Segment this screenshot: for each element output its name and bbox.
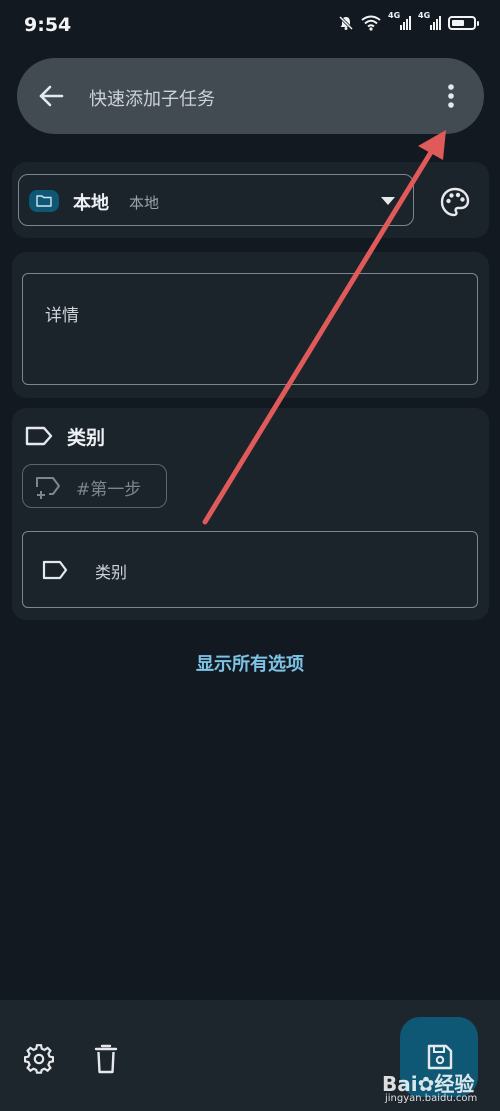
categories-header: 类别 — [67, 427, 106, 449]
wifi-icon — [361, 15, 381, 31]
list-card: 本地 本地 — [12, 162, 489, 238]
categories-placeholder: 类别 — [95, 563, 128, 582]
status-icons: 4G 4G — [338, 11, 479, 31]
quick-add-subtask-input[interactable]: 快速添加子任务 — [89, 85, 215, 111]
signal-icon: 4G — [418, 11, 441, 30]
suggested-tag-chip[interactable]: #第一步 — [22, 464, 167, 508]
arrow-left-icon[interactable] — [37, 82, 65, 110]
list-account: 本地 — [129, 194, 160, 212]
vertical-dots-icon[interactable] — [436, 80, 466, 112]
network-label: 4G — [418, 11, 431, 20]
trash-icon[interactable] — [94, 1044, 118, 1074]
categories-input[interactable]: 类别 — [22, 531, 478, 608]
categories-card: 类别 #第一步 类别 — [12, 408, 489, 620]
label-tag-icon — [42, 560, 68, 580]
triangle-down-icon — [381, 197, 395, 205]
show-all-options-link[interactable]: 显示所有选项 — [0, 650, 500, 676]
details-field[interactable]: 详情 — [22, 273, 478, 385]
subtask-header-bar: 快速添加子任务 — [17, 58, 484, 134]
battery-icon — [448, 16, 479, 30]
label-tag-icon — [25, 426, 53, 446]
details-placeholder: 详情 — [45, 306, 79, 326]
watermark-domain: jingyan.baidu.com — [385, 1093, 478, 1104]
palette-icon[interactable] — [440, 187, 470, 217]
folder-icon — [29, 190, 59, 212]
save-icon — [427, 1044, 453, 1070]
list-dropdown[interactable]: 本地 本地 — [18, 174, 414, 226]
suggested-tag-label: #第一步 — [76, 480, 142, 500]
signal-icon: 4G — [388, 11, 411, 30]
details-card: 详情 — [12, 252, 489, 398]
gear-icon[interactable] — [24, 1044, 54, 1074]
new-label-icon — [36, 477, 60, 499]
list-name: 本地 — [73, 193, 109, 214]
status-time: 9:54 — [24, 14, 72, 36]
mute-bell-icon — [338, 15, 354, 31]
network-label: 4G — [388, 11, 401, 20]
